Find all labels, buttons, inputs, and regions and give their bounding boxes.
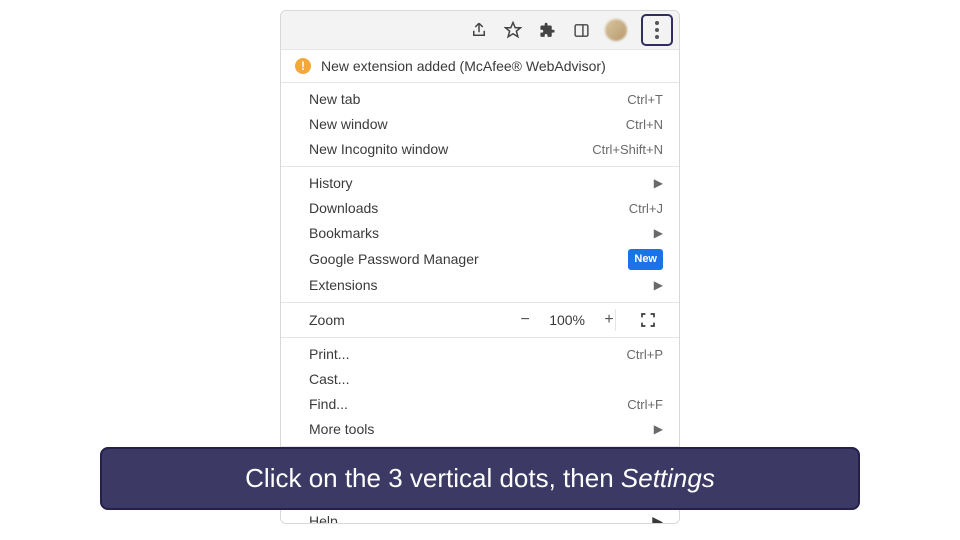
fullscreen-icon[interactable] (615, 309, 665, 331)
extensions-puzzle-icon[interactable] (537, 20, 557, 40)
menu-shortcut: Ctrl+P (627, 345, 663, 364)
menu-history[interactable]: History ▶ (281, 171, 679, 196)
menu-zoom-group: Zoom − 100% + (281, 303, 679, 338)
menu-find[interactable]: Find... Ctrl+F (281, 392, 679, 417)
menu-label: New tab (309, 90, 627, 109)
submenu-arrow-icon: ▶ (654, 276, 663, 295)
menu-new-window[interactable]: New window Ctrl+N (281, 112, 679, 137)
menu-shortcut: Ctrl+Shift+N (592, 140, 663, 159)
submenu-arrow-icon: ▶ (654, 420, 663, 439)
menu-cast[interactable]: Cast... (281, 367, 679, 392)
submenu-arrow-icon: ▶ (652, 513, 663, 523)
bookmark-star-icon[interactable] (503, 20, 523, 40)
menu-label: History (309, 174, 654, 193)
menu-zoom: Zoom − 100% + (281, 303, 679, 337)
menu-label: Google Password Manager (309, 250, 618, 269)
zoom-out-button[interactable]: − (519, 311, 531, 329)
submenu-arrow-icon: ▶ (654, 174, 663, 193)
sidepanel-icon[interactable] (571, 20, 591, 40)
profile-avatar[interactable] (605, 19, 627, 41)
menu-password-manager[interactable]: Google Password Manager New (281, 246, 679, 273)
menu-bookmarks[interactable]: Bookmarks ▶ (281, 221, 679, 246)
menu-group-new: New tab Ctrl+T New window Ctrl+N New Inc… (281, 83, 679, 167)
browser-toolbar (281, 11, 679, 50)
menu-label: Help (309, 513, 652, 523)
menu-shortcut: Ctrl+F (627, 395, 663, 414)
extension-added-banner: ! New extension added (McAfee® WebAdviso… (281, 50, 679, 83)
menu-label: New Incognito window (309, 140, 592, 159)
menu-downloads[interactable]: Downloads Ctrl+J (281, 196, 679, 221)
menu-new-tab[interactable]: New tab Ctrl+T (281, 87, 679, 112)
menu-label: Cast... (309, 370, 663, 389)
menu-label: More tools (309, 420, 654, 439)
kebab-menu-button[interactable] (641, 14, 673, 46)
menu-group-tools: Print... Ctrl+P Cast... Find... Ctrl+F M… (281, 338, 679, 447)
menu-extensions[interactable]: Extensions ▶ (281, 273, 679, 298)
menu-shortcut: Ctrl+N (626, 115, 663, 134)
menu-label: Downloads (309, 199, 629, 218)
share-icon[interactable] (469, 20, 489, 40)
zoom-in-button[interactable]: + (603, 311, 615, 329)
new-badge: New (628, 249, 663, 270)
menu-label: Bookmarks (309, 224, 654, 243)
menu-group-nav: History ▶ Downloads Ctrl+J Bookmarks ▶ G… (281, 167, 679, 303)
menu-label: Extensions (309, 276, 654, 295)
menu-print[interactable]: Print... Ctrl+P (281, 342, 679, 367)
instruction-caption: Click on the 3 vertical dots, then Setti… (100, 447, 860, 510)
menu-shortcut: Ctrl+J (629, 199, 663, 218)
banner-text: New extension added (McAfee® WebAdvisor) (321, 58, 606, 74)
menu-label: Find... (309, 395, 627, 414)
menu-shortcut: Ctrl+T (627, 90, 663, 109)
menu-more-tools[interactable]: More tools ▶ (281, 417, 679, 442)
submenu-arrow-icon: ▶ (654, 224, 663, 243)
warning-icon: ! (295, 58, 311, 74)
menu-label: Print... (309, 345, 627, 364)
menu-label: New window (309, 115, 626, 134)
caption-emphasis: Settings (621, 463, 715, 493)
menu-new-incognito[interactable]: New Incognito window Ctrl+Shift+N (281, 137, 679, 162)
menu-help[interactable]: Help ▶ (281, 511, 679, 523)
zoom-label: Zoom (309, 312, 519, 328)
caption-prefix: Click on the 3 vertical dots, then (245, 463, 621, 493)
zoom-value: 100% (549, 312, 585, 328)
